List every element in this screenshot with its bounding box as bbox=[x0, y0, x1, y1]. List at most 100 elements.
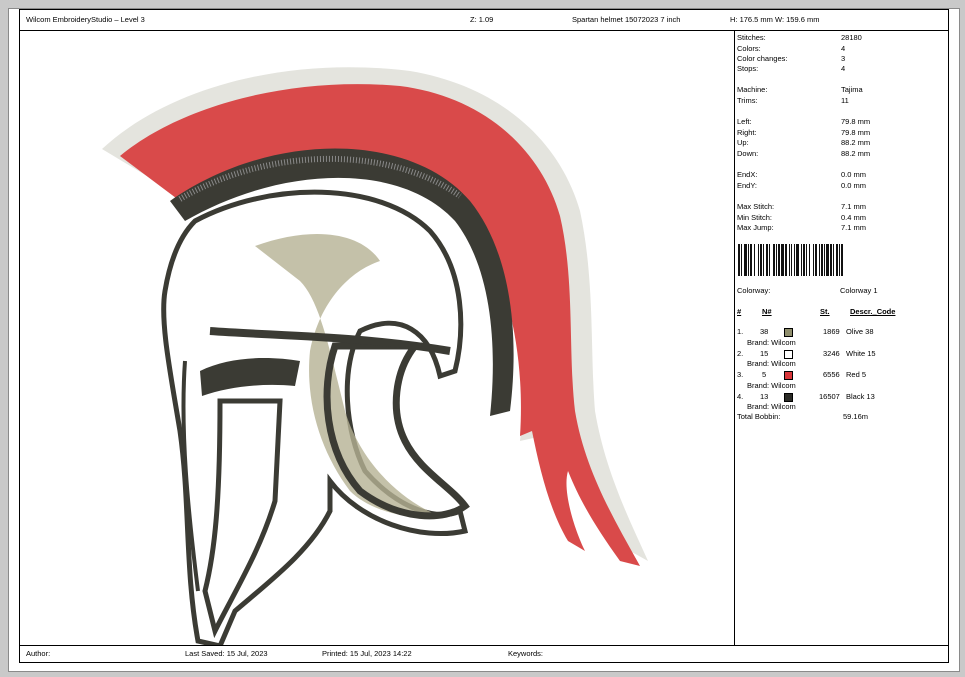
barcode-bar bbox=[750, 244, 752, 276]
barcode-bar bbox=[789, 244, 790, 276]
thread-number: 15 bbox=[760, 348, 769, 358]
barcode-bar bbox=[794, 244, 795, 276]
thread-color-swatch bbox=[784, 349, 793, 359]
stat-label: Left: bbox=[737, 117, 752, 126]
stat-label: Up: bbox=[737, 138, 749, 147]
stat-value: 88.2 mm bbox=[841, 149, 871, 158]
thread-description: Red 5 bbox=[846, 370, 867, 379]
thread-index: 4. bbox=[737, 391, 744, 401]
barcode-bar bbox=[821, 244, 823, 276]
thread-brand: Brand: Wilcom bbox=[747, 402, 796, 411]
barcode-bar bbox=[760, 244, 762, 276]
barcode-bar bbox=[833, 244, 834, 276]
stat-value: 7.1 mm bbox=[841, 202, 867, 211]
total-bobbin-label: Total Bobbin: bbox=[737, 412, 781, 421]
stat-label: Stops: bbox=[737, 64, 759, 73]
stat-label: Color changes: bbox=[737, 54, 788, 63]
stat-label: EndX: bbox=[737, 170, 758, 179]
stat-value: 88.2 mm bbox=[841, 138, 871, 147]
thread-number: 13 bbox=[760, 391, 769, 401]
barcode-bar bbox=[738, 244, 740, 276]
thread-index: 1. bbox=[737, 327, 744, 336]
colorway-label: Colorway: bbox=[737, 286, 771, 295]
stat-label: Machine: bbox=[737, 85, 768, 94]
thread-stitches: 1869 bbox=[823, 327, 840, 336]
barcode-bar bbox=[830, 244, 832, 276]
barcode-bar bbox=[806, 244, 807, 276]
barcode-bar bbox=[773, 244, 775, 276]
col-header-stitches: St. bbox=[820, 307, 830, 316]
barcode-bar bbox=[758, 244, 759, 276]
stat-label: Right: bbox=[737, 128, 757, 137]
stat-value: 11 bbox=[841, 96, 849, 105]
barcode-bar bbox=[781, 244, 784, 276]
stat-value: 7.1 mm bbox=[841, 223, 867, 232]
barcode-bar bbox=[744, 244, 747, 276]
design-preview bbox=[20, 31, 733, 649]
barcode-bar bbox=[819, 244, 820, 276]
barcode-bar bbox=[791, 244, 792, 276]
design-size: H: 176.5 mm W: 159.6 mm bbox=[730, 15, 820, 24]
thread-index: 2. bbox=[737, 348, 744, 358]
thread-description: Black 13 bbox=[846, 391, 875, 401]
barcode-bar bbox=[801, 244, 802, 276]
stat-value: 79.8 mm bbox=[841, 128, 871, 137]
barcode-bar bbox=[769, 244, 770, 276]
stat-value: 3 bbox=[841, 54, 846, 63]
barcode-bar bbox=[754, 244, 755, 276]
thread-brand: Brand: Wilcom bbox=[747, 359, 796, 368]
last-saved: Last Saved: 15 Jul, 2023 bbox=[185, 649, 268, 658]
thread-number: 5 bbox=[762, 370, 767, 379]
thread-brand: Brand: Wilcom bbox=[747, 337, 796, 347]
stat-value: 4 bbox=[841, 64, 846, 73]
thread-stitches: 6556 bbox=[823, 370, 840, 379]
thread-index: 3. bbox=[737, 370, 744, 379]
stat-label: Stitches: bbox=[737, 33, 766, 42]
barcode-bar bbox=[824, 244, 825, 276]
barcode-bar bbox=[776, 244, 777, 276]
worksheet-footer: Author: Last Saved: 15 Jul, 2023 Printed… bbox=[20, 645, 948, 662]
stat-value: 79.8 mm bbox=[841, 117, 871, 126]
barcode-bar bbox=[741, 244, 742, 276]
stat-value: 0.0 mm bbox=[841, 181, 867, 190]
printed-date: Printed: 15 Jul, 2023 14:22 bbox=[322, 649, 412, 658]
barcode bbox=[738, 244, 843, 276]
stat-value: 0.0 mm bbox=[841, 170, 867, 179]
barcode-bar bbox=[826, 244, 829, 276]
thread-color-swatch bbox=[784, 392, 793, 402]
thread-stitches: 16507 bbox=[819, 391, 840, 401]
barcode-bar bbox=[766, 244, 768, 276]
thread-description: Olive 38 bbox=[846, 327, 874, 336]
stat-value: 28180 bbox=[841, 33, 862, 42]
stat-label: Down: bbox=[737, 149, 759, 158]
stat-label: Colors: bbox=[737, 44, 761, 53]
stat-label: Min Stitch: bbox=[737, 213, 773, 222]
barcode-bar bbox=[815, 244, 817, 276]
barcode-bar bbox=[836, 244, 838, 276]
worksheet-frame: Wilcom EmbroideryStudio – Level 3 Z: 1.0… bbox=[19, 9, 949, 663]
thread-color-swatch bbox=[784, 328, 793, 337]
worksheet-header: Wilcom EmbroideryStudio – Level 3 Z: 1.0… bbox=[20, 10, 948, 31]
spartan-helmet-embroidery bbox=[102, 67, 648, 649]
thread-stitches: 3246 bbox=[823, 348, 840, 358]
col-header-number: N# bbox=[762, 307, 772, 316]
stat-label: Trims: bbox=[737, 96, 758, 105]
thread-number: 38 bbox=[760, 327, 769, 336]
colorway-value: Colorway 1 bbox=[840, 286, 878, 295]
barcode-bar bbox=[809, 244, 810, 276]
barcode-bar bbox=[748, 244, 749, 276]
barcode-bar bbox=[813, 244, 814, 276]
thread-brand: Brand: Wilcom bbox=[747, 380, 796, 390]
author-label: Author: bbox=[26, 649, 51, 658]
print-preview-sheet: Wilcom EmbroideryStudio – Level 3 Z: 1.0… bbox=[8, 8, 960, 672]
stat-value: Tajima bbox=[841, 85, 863, 94]
stat-label: Max Stitch: bbox=[737, 202, 775, 211]
total-bobbin-value: 59.16m bbox=[843, 412, 869, 421]
stat-label: EndY: bbox=[737, 181, 758, 190]
barcode-bar bbox=[778, 244, 780, 276]
design-name: Spartan helmet 15072023 7 inch bbox=[572, 15, 681, 24]
thread-color-swatch bbox=[784, 371, 793, 380]
barcode-bar bbox=[803, 244, 805, 276]
zoom-level: Z: 1.09 bbox=[470, 15, 494, 24]
stat-value: 4 bbox=[841, 44, 846, 53]
